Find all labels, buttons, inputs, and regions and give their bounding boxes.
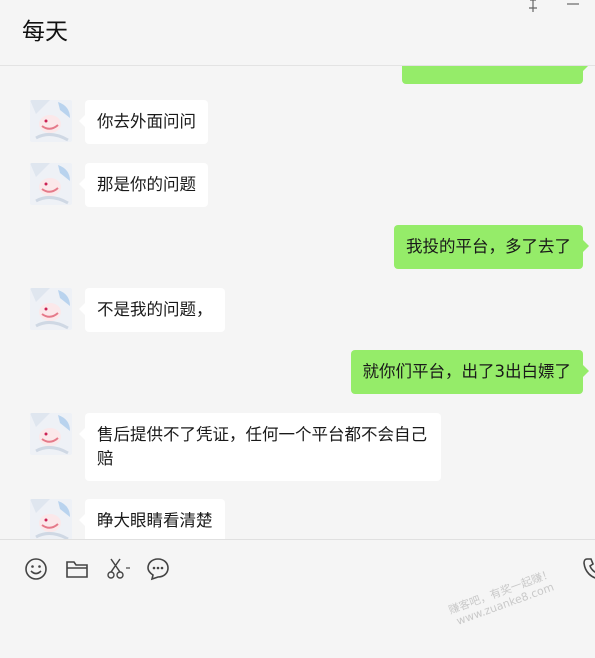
pin-icon[interactable] — [526, 0, 540, 15]
avatar[interactable] — [30, 100, 72, 142]
avatar[interactable] — [30, 499, 72, 539]
message-text: 售后提供不了凭证，任何一个平台都不会自己赔 — [97, 425, 427, 468]
folder-icon[interactable] — [64, 556, 90, 582]
message-text: 你去外面问问 — [97, 112, 196, 131]
avatar[interactable] — [30, 163, 72, 205]
emoji-icon[interactable] — [23, 556, 49, 582]
chat-header: 每天 — [0, 0, 595, 66]
message-text: 那是你的问题 — [97, 175, 196, 194]
message-bubble-sent[interactable]: 就你们平台，出了3出白嫖了 — [350, 350, 589, 394]
chat-history-icon[interactable] — [145, 556, 171, 582]
minimize-icon[interactable] — [566, 0, 580, 13]
message-bubble-received[interactable]: 睁大眼睛看清楚 — [79, 499, 225, 539]
phone-icon[interactable] — [581, 556, 595, 582]
message-bubble-sent[interactable]: 我投的平台，多了去了 — [394, 225, 589, 269]
message-bubble-received[interactable]: 售后提供不了凭证，任何一个平台都不会自己赔 — [79, 413, 441, 481]
chat-title: 每天 — [22, 19, 68, 45]
message-bubble-received[interactable]: 你去外面问问 — [79, 100, 208, 144]
message-bubble-received[interactable]: 不是我的问题， — [79, 288, 225, 332]
message-bubble-sent[interactable] — [402, 66, 589, 84]
message-list[interactable]: 你去外面问问 那是你的问题 我投的平台，多了去了 不是我的问题， 就你们平台，出… — [0, 66, 595, 539]
message-text: 就你们平台，出了3出白嫖了 — [362, 362, 572, 381]
avatar[interactable] — [30, 288, 72, 330]
message-bubble-received[interactable]: 那是你的问题 — [79, 163, 208, 207]
message-text: 睁大眼睛看清楚 — [97, 511, 213, 530]
scissors-icon[interactable] — [105, 556, 131, 582]
message-text: 我投的平台，多了去了 — [406, 237, 571, 256]
message-text: 不是我的问题， — [97, 300, 213, 319]
avatar[interactable] — [30, 413, 72, 455]
